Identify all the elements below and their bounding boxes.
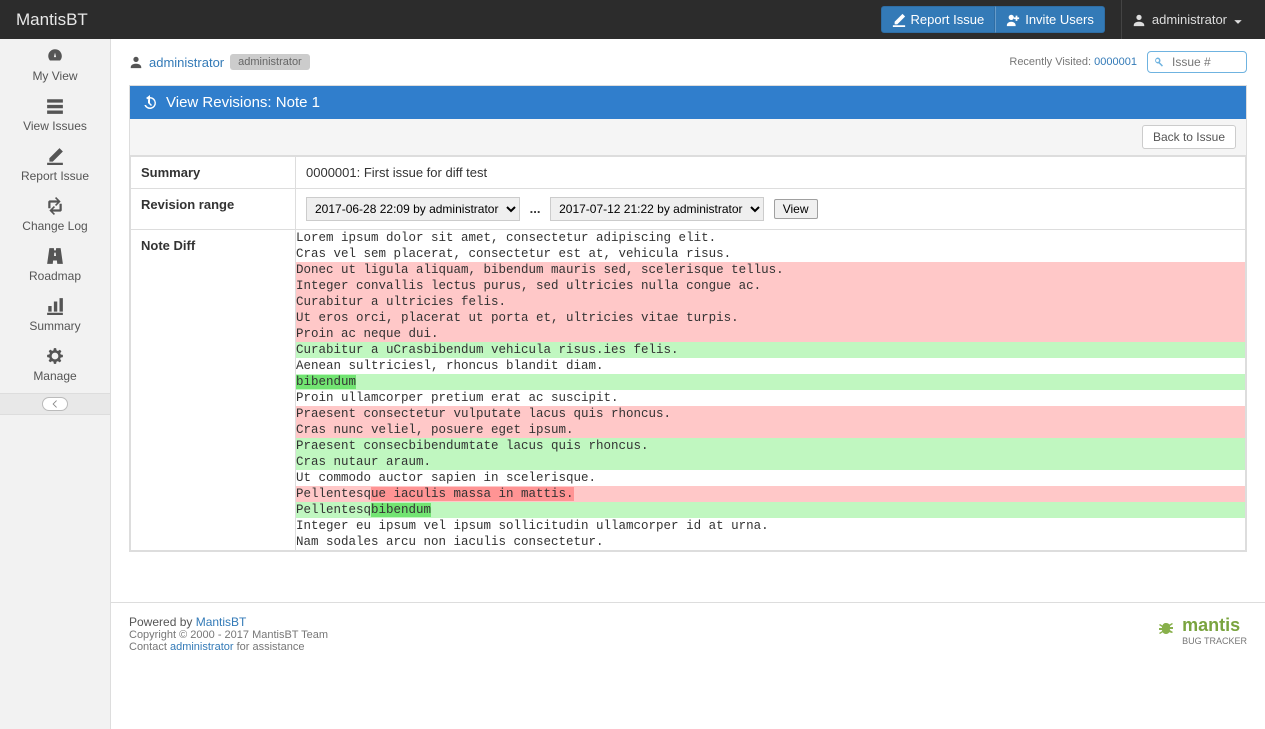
history-icon (142, 95, 158, 111)
breadcrumb-row: administrator administrator Recently Vis… (129, 51, 1247, 73)
dashboard-icon (46, 47, 64, 65)
main-content: administrator administrator Recently Vis… (111, 39, 1265, 572)
sidebar-item-my-view[interactable]: My View (0, 39, 110, 89)
range-controls: 2017-06-28 22:09 by administrator ... 20… (296, 189, 1246, 230)
diff-line: Ut eros orci, placerat ut porta et, ultr… (296, 310, 1245, 326)
sidebar-item-view-issues[interactable]: View Issues (0, 89, 110, 139)
diff-line: Cras nutaur araum. (296, 454, 1245, 470)
sidebar-label: My View (32, 69, 77, 83)
chevron-down-icon (1233, 15, 1243, 25)
sidebar-collapse-toggle[interactable] (0, 393, 110, 415)
role-badge: administrator (230, 54, 310, 70)
recently-visited-link[interactable]: 0000001 (1094, 56, 1137, 68)
edit-icon (892, 13, 906, 27)
user-plus-icon (1006, 13, 1020, 27)
gears-icon (46, 347, 64, 365)
powered-by-label: Powered by (129, 615, 196, 629)
invite-users-button[interactable]: Invite Users (995, 6, 1105, 33)
diff-line: Proin ullamcorper pretium erat ac suscip… (296, 390, 1245, 406)
copyright: Copyright © 2000 - 2017 MantisBT Team (129, 629, 328, 641)
diff-line: Donec ut ligula aliquam, bibendum mauris… (296, 262, 1245, 278)
diff-line: Nam sodales arcu non iaculis consectetur… (296, 534, 1245, 550)
panel-title: View Revisions: Note 1 (166, 94, 320, 111)
diff-line: Ut commodo auctor sapien in scelerisque. (296, 470, 1245, 486)
contact-post: for assistance (234, 641, 305, 653)
back-to-issue-button[interactable]: Back to Issue (1142, 125, 1236, 149)
footer: Powered by MantisBT Copyright © 2000 - 2… (111, 602, 1265, 665)
revision-table: Summary 0000001: First issue for diff te… (130, 156, 1246, 551)
sidebar-label: Report Issue (21, 169, 89, 183)
diff-line: Pellentesque iaculis massa in mattis. (296, 486, 1245, 502)
sidebar-item-summary[interactable]: Summary (0, 289, 110, 339)
logo-subtitle: BUG TRACKER (1182, 636, 1247, 646)
footer-text: Powered by MantisBT Copyright © 2000 - 2… (129, 615, 328, 653)
invite-users-label: Invite Users (1025, 12, 1094, 27)
diff-line: Curabitur a ultricies felis. (296, 294, 1245, 310)
breadcrumb-user-link[interactable]: administrator (149, 55, 224, 70)
note-diff: Lorem ipsum dolor sit amet, consectetur … (296, 230, 1245, 550)
bug-icon (1154, 619, 1178, 643)
brand[interactable]: MantisBT (16, 10, 88, 30)
user-icon (129, 55, 143, 69)
view-button[interactable]: View (774, 199, 818, 219)
summary-label: Summary (131, 157, 296, 189)
list-icon (46, 97, 64, 115)
user-icon (1132, 13, 1146, 27)
report-issue-label: Report Issue (911, 12, 985, 27)
road-icon (46, 247, 64, 265)
report-issue-button[interactable]: Report Issue (881, 6, 996, 33)
retweet-icon (46, 197, 64, 215)
revision-to-select[interactable]: 2017-07-12 21:22 by administrator (550, 197, 764, 221)
breadcrumb: administrator administrator (129, 54, 310, 70)
user-menu-label: administrator (1152, 12, 1227, 27)
diff-line: Pellentesqbibendum (296, 502, 1245, 518)
diff-label: Note Diff (131, 230, 296, 551)
chevron-left-icon (50, 399, 60, 409)
sidebar: My View View Issues Report Issue Change … (0, 39, 111, 729)
sidebar-label: Summary (29, 319, 80, 333)
powered-by-link[interactable]: MantisBT (196, 615, 247, 629)
diff-line: Praesent consecbibendumtate lacus quis r… (296, 438, 1245, 454)
user-menu[interactable]: administrator (1121, 0, 1253, 39)
breadcrumb-right: Recently Visited: 0000001 (1009, 51, 1247, 73)
revisions-panel: View Revisions: Note 1 Back to Issue Sum… (129, 85, 1247, 552)
diff-line: Aenean sultriciesl, rhoncus blandit diam… (296, 358, 1245, 374)
diff-line: Curabitur a uCrasbibendum vehicula risus… (296, 342, 1245, 358)
sidebar-item-roadmap[interactable]: Roadmap (0, 239, 110, 289)
mantis-logo: mantis BUG TRACKER (1154, 615, 1247, 646)
diff-line: Proin ac neque dui. (296, 326, 1245, 342)
search-icon (1153, 56, 1165, 68)
summary-value: 0000001: First issue for diff test (296, 157, 1246, 189)
sidebar-item-report-issue[interactable]: Report Issue (0, 139, 110, 189)
diff-line: Integer convallis lectus purus, sed ultr… (296, 278, 1245, 294)
sidebar-label: Manage (33, 369, 76, 383)
edit-icon (46, 147, 64, 165)
diff-line: Cras nunc veliel, posuere eget ipsum. (296, 422, 1245, 438)
diff-line: bibendum (296, 374, 1245, 390)
recently-visited-label: Recently Visited: (1009, 56, 1091, 68)
diff-line: Integer eu ipsum vel ipsum sollicitudin … (296, 518, 1245, 534)
logo-text: mantis (1182, 615, 1247, 636)
revision-from-select[interactable]: 2017-06-28 22:09 by administrator (306, 197, 520, 221)
sidebar-label: View Issues (23, 119, 87, 133)
diff-line: Praesent consectetur vulputate lacus qui… (296, 406, 1245, 422)
issue-search (1147, 51, 1247, 73)
sidebar-item-manage[interactable]: Manage (0, 339, 110, 389)
contact-link[interactable]: administrator (170, 641, 234, 653)
panel-header: View Revisions: Note 1 (130, 86, 1246, 119)
panel-toolbar: Back to Issue (130, 119, 1246, 156)
diff-line: Cras vel sem placerat, consectetur est a… (296, 246, 1245, 262)
contact-pre: Contact (129, 641, 170, 653)
range-label: Revision range (131, 189, 296, 230)
range-dots: ... (530, 201, 541, 216)
navbar-right: Report Issue Invite Users administrator (881, 0, 1253, 39)
sidebar-label: Roadmap (29, 269, 81, 283)
sidebar-label: Change Log (22, 219, 87, 233)
bar-chart-icon (46, 297, 64, 315)
sidebar-item-change-log[interactable]: Change Log (0, 189, 110, 239)
diff-line: Lorem ipsum dolor sit amet, consectetur … (296, 230, 1245, 246)
top-navbar: MantisBT Report Issue Invite Users admin… (0, 0, 1265, 39)
